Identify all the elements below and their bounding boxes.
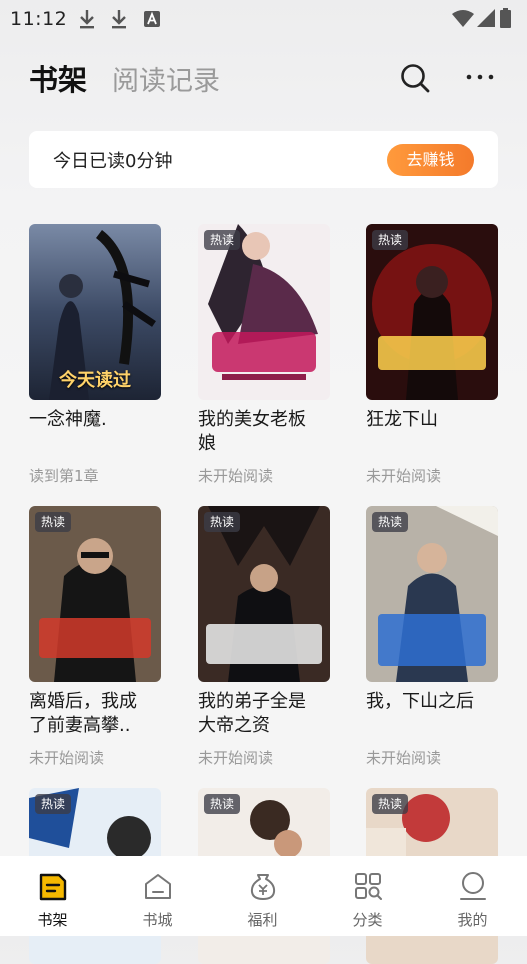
hot-badge: 热读 xyxy=(372,512,409,532)
nav-label: 书城 xyxy=(142,911,173,929)
reading-time-card: 今日已读0分钟 去赚钱 xyxy=(29,131,498,188)
nav-item-bookstore[interactable]: 书城 xyxy=(105,856,210,936)
book-title: 狂龙下山 xyxy=(366,409,438,430)
book-title: 一念神魔. xyxy=(29,409,107,430)
battery-icon xyxy=(500,8,511,28)
nav-item-bookshelf[interactable]: 书架 xyxy=(0,856,105,936)
nav-label: 分类 xyxy=(352,911,383,929)
hot-badge: 热读 xyxy=(372,794,409,814)
hot-badge: 热读 xyxy=(35,512,72,532)
status-time: 11:12 xyxy=(10,8,68,30)
hot-badge: 热读 xyxy=(204,230,241,250)
signal-icon xyxy=(477,9,495,27)
tab-bookshelf[interactable]: 书架 xyxy=(29,57,87,99)
nav-label: 我的 xyxy=(457,911,488,929)
bottom-nav: 书架 书城 福利 分类 我的 xyxy=(0,856,527,936)
book-read-status: 未开始阅读 xyxy=(366,749,442,767)
hot-badge: 热读 xyxy=(204,794,241,814)
book-read-status: 未开始阅读 xyxy=(29,749,105,767)
nav-label: 福利 xyxy=(247,911,278,929)
today-read-tag: 今天读过 xyxy=(59,370,131,391)
book-read-status: 未开始阅读 xyxy=(366,467,442,485)
nav-item-welfare[interactable]: 福利 xyxy=(210,856,315,936)
book-cover[interactable]: 热读 xyxy=(198,506,330,682)
nav-item-profile[interactable]: 我的 xyxy=(420,856,525,936)
download-icon xyxy=(112,10,126,29)
hot-badge: 热读 xyxy=(35,794,72,814)
book-title: 我，下山之后 xyxy=(366,691,474,712)
book-title: 我的弟子全是大帝之资 xyxy=(198,691,306,736)
book-title: 我的美女老板娘 xyxy=(198,409,306,454)
nav-item-category[interactable]: 分类 xyxy=(315,856,420,936)
hot-badge: 热读 xyxy=(204,512,241,532)
book-title: 离婚后，我成了前妻高攀.. xyxy=(29,691,137,736)
book-cover[interactable]: 热读 xyxy=(366,506,498,682)
tab-reading-history[interactable]: 阅读记录 xyxy=(112,59,220,98)
earn-money-button[interactable]: 去赚钱 xyxy=(387,144,474,176)
book-read-status: 未开始阅读 xyxy=(198,467,274,485)
download-icon xyxy=(80,10,94,29)
welfare-icon xyxy=(250,874,276,900)
book-cover[interactable]: 热读 xyxy=(198,224,330,400)
category-icon xyxy=(355,873,382,900)
wifi-icon xyxy=(452,10,474,27)
reading-time-text: 今日已读0分钟 xyxy=(53,151,173,172)
book-read-status: 读到第1章 xyxy=(29,467,99,485)
app-notification-icon xyxy=(144,11,160,27)
header: 书架 阅读记录 xyxy=(0,55,527,101)
bookstore-icon xyxy=(145,874,171,899)
profile-icon xyxy=(460,872,486,900)
book-cover[interactable]: 今天读过 xyxy=(29,224,161,400)
search-icon[interactable] xyxy=(398,61,432,95)
book-cover[interactable]: 热读 xyxy=(29,506,161,682)
hot-badge: 热读 xyxy=(372,230,409,250)
book-cover[interactable]: 热读 xyxy=(366,224,498,400)
bookshelf-icon xyxy=(39,873,67,901)
status-bar: 11:12 xyxy=(0,0,527,38)
nav-label: 书架 xyxy=(37,911,68,929)
book-read-status: 未开始阅读 xyxy=(198,749,274,767)
more-icon[interactable] xyxy=(463,67,497,87)
